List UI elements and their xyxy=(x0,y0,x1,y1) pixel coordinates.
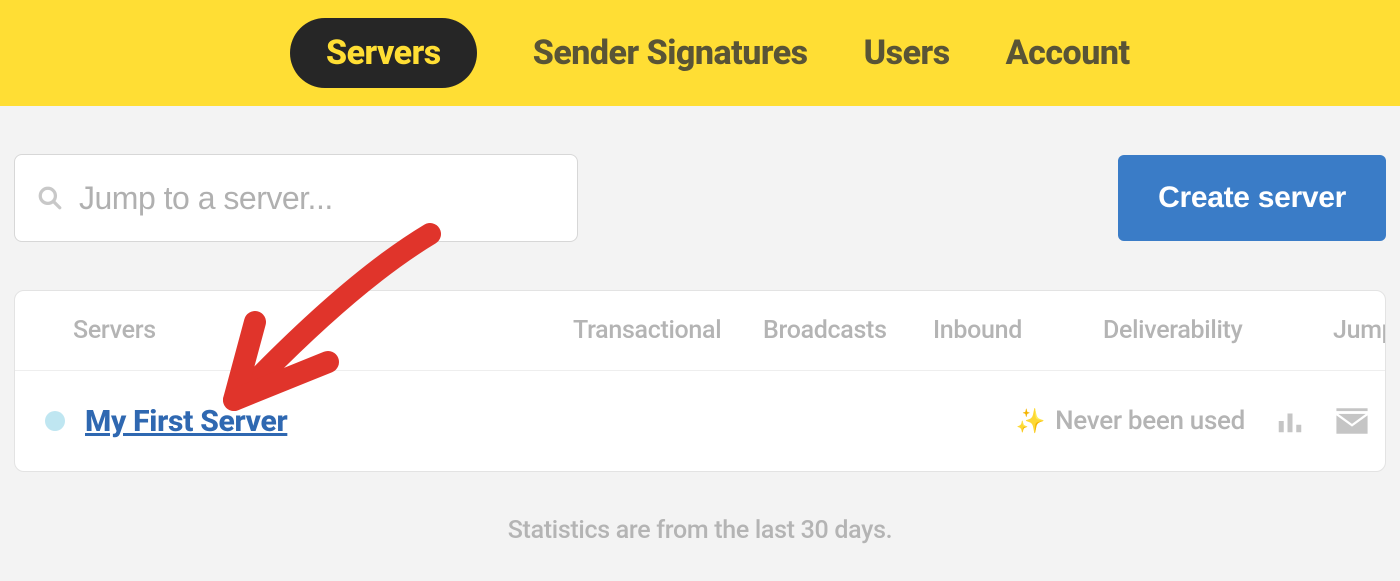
col-jump-to[interactable]: Jump to... xyxy=(1333,316,1386,345)
sparkle-icon: ✨ xyxy=(1016,407,1046,435)
server-color-dot xyxy=(45,411,65,431)
server-name-cell: My First Server xyxy=(15,404,515,439)
nav-tab-account[interactable]: Account xyxy=(1006,36,1130,70)
col-inbound: Inbound xyxy=(933,316,1103,345)
footer-stats-note: Statistics are from the last 30 days. xyxy=(0,516,1400,545)
col-broadcasts: Broadcasts xyxy=(763,316,933,345)
stats-icon[interactable] xyxy=(1275,406,1305,436)
server-status: ✨ Never been used xyxy=(875,406,1275,436)
nav-tab-users[interactable]: Users xyxy=(864,36,950,70)
search-icon xyxy=(37,185,63,211)
col-transactional: Transactional xyxy=(573,316,763,345)
col-deliverability: Deliverability xyxy=(1103,316,1333,345)
server-status-text: Never been used xyxy=(1055,406,1245,436)
mail-icon[interactable] xyxy=(1335,406,1369,436)
nav-tab-sender-signatures[interactable]: Sender Signatures xyxy=(533,36,808,70)
row-action-icons xyxy=(1275,406,1385,436)
table-header-row: Servers Transactional Broadcasts Inbound… xyxy=(15,291,1385,371)
create-server-button[interactable]: Create server xyxy=(1118,155,1386,241)
search-input[interactable] xyxy=(79,180,555,217)
nav-tab-servers[interactable]: Servers xyxy=(290,18,477,88)
top-nav: Servers Sender Signatures Users Account xyxy=(0,0,1400,106)
servers-table: Servers Transactional Broadcasts Inbound… xyxy=(14,290,1386,472)
table-row: My First Server ✨ Never been used xyxy=(15,371,1385,471)
toolbar: Create server xyxy=(0,106,1400,242)
server-link[interactable]: My First Server xyxy=(85,404,287,439)
col-servers: Servers xyxy=(73,316,573,345)
search-field-wrapper[interactable] xyxy=(14,154,578,242)
